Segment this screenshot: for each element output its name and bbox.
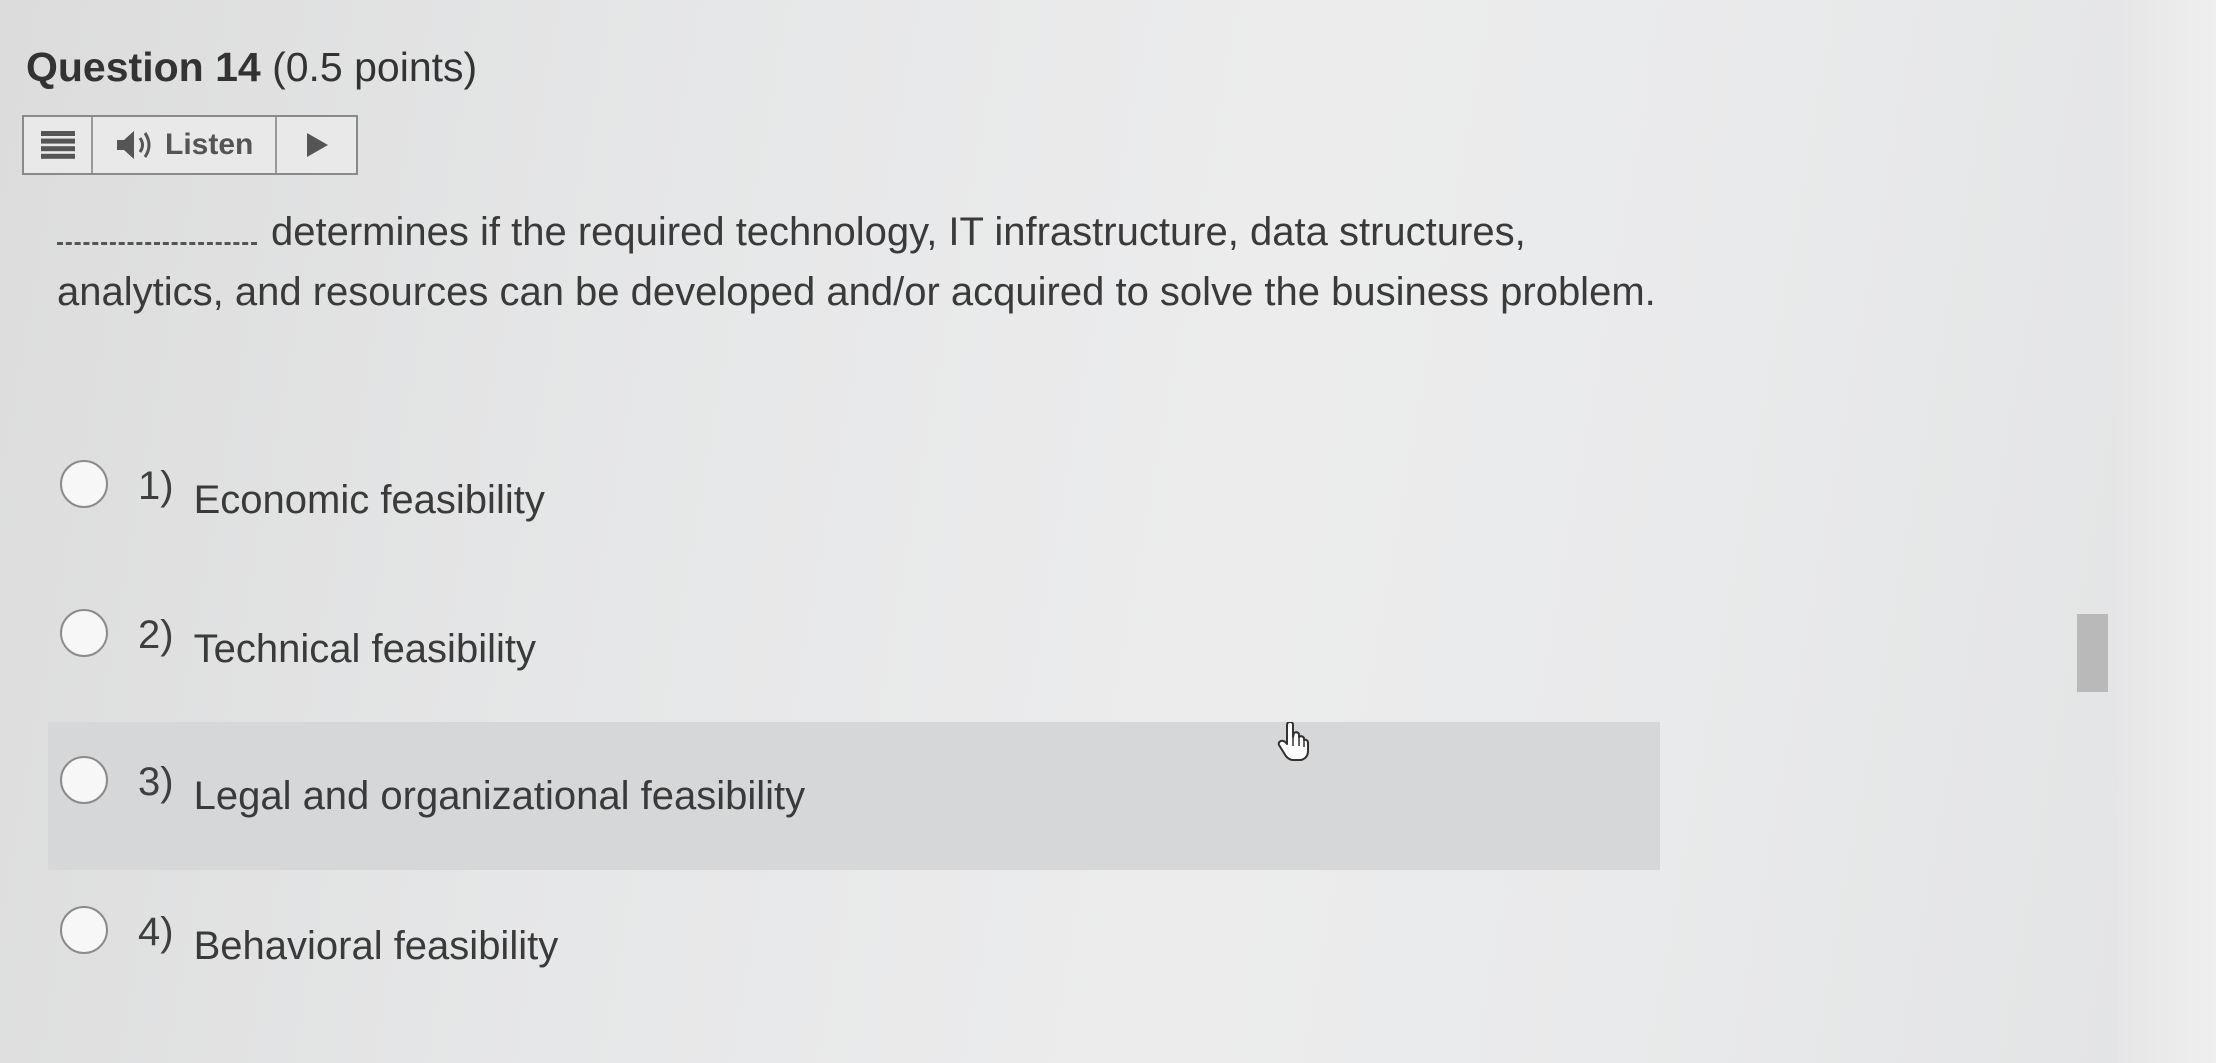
option-number: 2)	[138, 612, 174, 657]
option-1[interactable]: 1) Economic feasibility	[48, 426, 1660, 574]
prompt-text: determines if the required technology, I…	[57, 210, 1656, 314]
listen-label: Listen	[165, 128, 254, 161]
hand-pointer-icon	[1277, 722, 1309, 761]
page-edge	[2118, 0, 2216, 1063]
radio-button[interactable]	[60, 609, 108, 657]
listen-button[interactable]: Listen	[93, 117, 277, 173]
question-title: Question 14 (0.5 points)	[26, 44, 477, 91]
option-number: 4)	[138, 909, 174, 954]
listen-menu-button[interactable]	[24, 117, 93, 173]
menu-icon	[40, 131, 75, 159]
option-number: 1)	[138, 463, 174, 508]
scrollbar-thumb[interactable]	[2077, 614, 2108, 692]
option-label: Behavioral feasibility	[193, 923, 559, 968]
radio-button[interactable]	[60, 460, 108, 508]
radio-button[interactable]	[60, 906, 108, 954]
option-4[interactable]: 4) Behavioral feasibility	[48, 872, 1660, 1020]
speaker-icon	[117, 131, 151, 159]
play-icon	[306, 133, 328, 157]
option-label: Economic feasibility	[193, 477, 545, 522]
option-2[interactable]: 2) Technical feasibility	[48, 575, 1660, 723]
listen-toolbar: Listen	[22, 115, 358, 175]
answer-blank	[57, 210, 257, 245]
radio-button[interactable]	[60, 756, 108, 804]
question-points: (0.5 points)	[272, 44, 478, 90]
question-prompt: determines if the required technology, I…	[57, 202, 1657, 322]
option-number: 3)	[138, 759, 174, 804]
option-label: Technical feasibility	[193, 626, 536, 671]
option-label: Legal and organizational feasibility	[193, 773, 806, 818]
play-button[interactable]	[277, 117, 356, 173]
option-3[interactable]: 3) Legal and organizational feasibility	[48, 722, 1660, 870]
question-number: Question 14	[26, 44, 261, 90]
